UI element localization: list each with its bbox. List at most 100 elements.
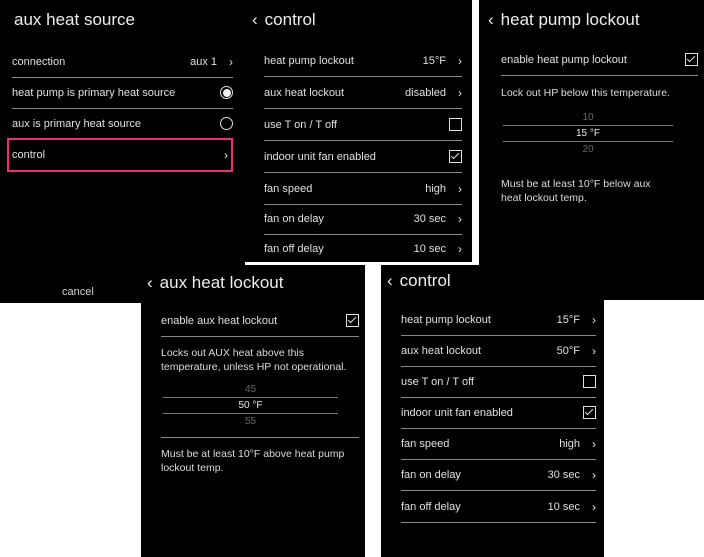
control-row[interactable]: control ›: [7, 138, 233, 172]
hp-lockout-value: 15°F: [556, 313, 580, 326]
divider: [161, 437, 359, 438]
cancel-button[interactable]: cancel: [62, 286, 94, 298]
hp-lockout-label: heat pump lockout: [401, 313, 491, 326]
fan-off-delay-value: 10 sec: [413, 242, 446, 255]
hp-lockout-note: Must be at least 10°F below aux heat loc…: [501, 178, 651, 204]
fan-speed-label: fan speed: [401, 437, 450, 450]
control-label: control: [12, 148, 46, 161]
picker-value-above: 45: [244, 384, 257, 395]
checkbox-icon[interactable]: [685, 53, 698, 66]
aux-lockout-row[interactable]: aux heat lockout 50°F ›: [401, 335, 596, 367]
indoor-fan-row[interactable]: indoor unit fan enabled: [401, 397, 596, 429]
chevron-left-icon[interactable]: ‹: [252, 10, 258, 30]
hp-lockout-row[interactable]: heat pump lockout 15°F ›: [264, 45, 462, 77]
picker-value-below: 55: [244, 416, 257, 427]
connection-label: connection: [12, 55, 66, 68]
page-title: heat pump lockout: [500, 10, 640, 29]
hp-temp-picker[interactable]: 10 15 °F 20: [503, 110, 673, 157]
checkbox-icon[interactable]: [583, 375, 596, 388]
fan-speed-value: high: [559, 437, 580, 450]
page-title: control: [399, 271, 451, 290]
hp-lockout-description: Lock out HP below this temperature.: [501, 87, 671, 99]
indoor-fan-row[interactable]: indoor unit fan enabled: [264, 141, 462, 173]
chevron-right-icon: ›: [458, 211, 462, 226]
chevron-right-icon: ›: [592, 436, 596, 451]
indoor-fan-label: indoor unit fan enabled: [401, 406, 513, 419]
chevron-right-icon: ›: [458, 181, 462, 196]
hp-lockout-row[interactable]: heat pump lockout 15°F ›: [401, 304, 596, 336]
connection-row[interactable]: connection aux 1 ›: [12, 46, 233, 78]
chevron-left-icon[interactable]: ‹: [147, 273, 153, 293]
chevron-right-icon: ›: [458, 241, 462, 256]
enable-aux-lockout-row[interactable]: enable aux heat lockout: [161, 305, 359, 337]
picker-value-selected: 15 °F: [503, 125, 673, 142]
fan-off-delay-label: fan off delay: [264, 242, 324, 255]
checkbox-icon[interactable]: [449, 150, 462, 163]
header: ‹ control: [387, 271, 451, 291]
radio-icon[interactable]: [220, 117, 233, 130]
page-title: aux heat lockout: [159, 273, 284, 292]
header: ‹ control: [252, 10, 316, 30]
fan-on-delay-row[interactable]: fan on delay 30 sec ›: [264, 203, 462, 235]
enable-hp-lockout-row[interactable]: enable heat pump lockout: [501, 44, 698, 76]
screen-hp-lockout: ‹ heat pump lockout enable heat pump lock…: [479, 0, 704, 300]
fan-off-delay-label: fan off delay: [401, 500, 461, 513]
screen-control-b: ‹ control heat pump lockout 15°F › aux he…: [381, 265, 604, 557]
aux-lockout-label: aux heat lockout: [264, 86, 345, 99]
page-title: aux heat source: [14, 10, 135, 29]
checkbox-icon[interactable]: [583, 406, 596, 419]
fan-off-delay-row[interactable]: fan off delay 10 sec ›: [264, 233, 462, 262]
aux-lockout-row[interactable]: aux heat lockout disabled ›: [264, 77, 462, 109]
checkbox-icon[interactable]: [346, 314, 359, 327]
screen-control-a: ‹ control heat pump lockout 15°F › aux he…: [244, 0, 472, 262]
aux-primary-row[interactable]: aux is primary heat source: [12, 108, 233, 140]
radio-icon[interactable]: [220, 86, 233, 99]
fan-on-delay-row[interactable]: fan on delay 30 sec ›: [401, 459, 596, 491]
header: ‹ aux heat lockout: [147, 273, 283, 293]
screen-aux-heat-source: aux heat source connection aux 1 › heat …: [0, 0, 245, 303]
aux-lockout-label: aux heat lockout: [401, 344, 482, 357]
aux-lockout-value: 50°F: [556, 344, 580, 357]
fan-speed-value: high: [425, 182, 446, 195]
aux-lockout-value: disabled: [405, 86, 446, 99]
chevron-right-icon: ›: [592, 343, 596, 358]
use-t-row[interactable]: use T on / T off: [401, 366, 596, 398]
picker-value-above: 10: [582, 112, 594, 123]
hp-primary-label: heat pump is primary heat source: [12, 86, 176, 99]
fan-speed-row[interactable]: fan speed high ›: [264, 173, 462, 205]
page-title: control: [264, 10, 316, 29]
fan-off-delay-row[interactable]: fan off delay 10 sec ›: [401, 491, 596, 523]
aux-lockout-note: Must be at least 10°F above heat pump lo…: [161, 448, 345, 474]
fan-on-delay-value: 30 sec: [547, 468, 580, 481]
fan-on-delay-label: fan on delay: [401, 468, 461, 481]
aux-lockout-description: Locks out AUX heat above this temperatur…: [161, 347, 347, 373]
aux-temp-picker[interactable]: 45 50 °F 55: [163, 382, 338, 429]
chevron-right-icon: ›: [224, 147, 228, 162]
chevron-right-icon: ›: [592, 499, 596, 514]
chevron-right-icon: ›: [458, 53, 462, 68]
picker-value-selected: 50 °F: [163, 397, 338, 414]
header: ‹ heat pump lockout: [488, 10, 640, 30]
use-t-row[interactable]: use T on / T off: [264, 109, 462, 141]
indoor-fan-label: indoor unit fan enabled: [264, 150, 376, 163]
hp-lockout-label: heat pump lockout: [264, 54, 354, 67]
chevron-right-icon: ›: [229, 54, 233, 69]
aux-primary-label: aux is primary heat source: [12, 117, 141, 130]
use-t-label: use T on / T off: [401, 375, 474, 388]
picker-value-below: 20: [582, 144, 594, 155]
checkbox-icon[interactable]: [449, 118, 462, 131]
fan-speed-row[interactable]: fan speed high ›: [401, 428, 596, 460]
fan-off-delay-value: 10 sec: [547, 500, 580, 513]
use-t-label: use T on / T off: [264, 118, 337, 131]
screen-aux-lockout: ‹ aux heat lockout enable aux heat lockou…: [141, 265, 365, 557]
hp-lockout-value: 15°F: [422, 54, 446, 67]
chevron-right-icon: ›: [458, 85, 462, 100]
enable-hp-lockout-label: enable heat pump lockout: [501, 53, 627, 66]
chevron-left-icon[interactable]: ‹: [488, 10, 494, 30]
fan-on-delay-value: 30 sec: [413, 212, 446, 225]
chevron-right-icon: ›: [592, 312, 596, 327]
hp-primary-row[interactable]: heat pump is primary heat source: [12, 77, 233, 109]
fan-speed-label: fan speed: [264, 182, 313, 195]
chevron-left-icon[interactable]: ‹: [387, 271, 393, 291]
fan-on-delay-label: fan on delay: [264, 212, 324, 225]
